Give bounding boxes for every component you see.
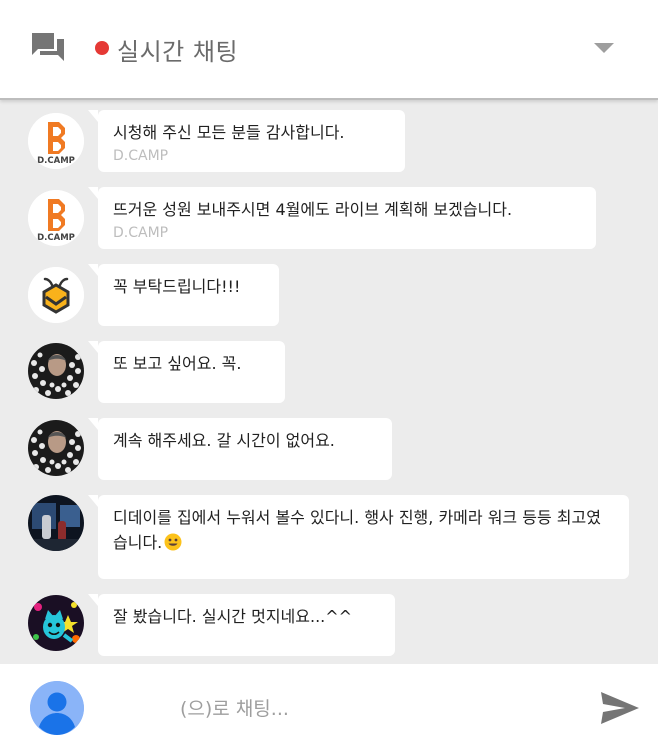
photo-icon: [28, 495, 84, 551]
chat-bubbles-icon[interactable]: [30, 32, 66, 64]
message-bubble: 잘 봤습니다. 실시간 멋지네요...^^: [88, 594, 395, 656]
photo-avatar[interactable]: [28, 495, 84, 551]
message-text: 계속 해주세요. 갈 시간이 없어요.: [113, 431, 335, 450]
chat-input[interactable]: [170, 690, 560, 728]
message-text: 디데이를 집에서 누워서 볼수 있다니. 행사 진행, 카메라 워크 등등 최고…: [113, 505, 615, 555]
smiley-emoji-icon: [164, 533, 182, 551]
chat-composer: [0, 664, 658, 752]
bee-icon: [28, 267, 84, 323]
message-text: 꼭 부탁드립니다!!!: [113, 277, 241, 296]
user-silhouette-icon: [30, 681, 84, 735]
message-bubble: 시청해 주신 모든 분들 감사합니다. D.CAMP: [88, 110, 405, 172]
message-bubble: 계속 해주세요. 갈 시간이 없어요.: [88, 418, 392, 480]
message-text: 시청해 주신 모든 분들 감사합니다.: [113, 123, 345, 142]
page-title: 실시간 채팅: [117, 38, 239, 66]
live-indicator: [95, 41, 109, 55]
send-button[interactable]: [597, 688, 643, 728]
dcamp-logo-avatar[interactable]: D.CAMP: [28, 113, 84, 169]
chevron-down-icon[interactable]: [592, 40, 616, 56]
dotted-portrait-avatar[interactable]: [28, 420, 84, 476]
bee-avatar[interactable]: [28, 267, 84, 323]
dcamp-avatar-label: D.CAMP: [37, 233, 75, 243]
portrait-icon: [28, 420, 84, 476]
cartoon-cat-icon: [28, 595, 84, 651]
message-author: D.CAMP: [113, 225, 169, 241]
dotted-portrait-avatar[interactable]: [28, 343, 84, 399]
message-text: 잘 봤습니다. 실시간 멋지네요...^^: [113, 607, 353, 626]
chat-header: 실시간 채팅: [0, 0, 658, 100]
dcamp-logo-icon: D.CAMP: [28, 113, 84, 169]
message-author: D.CAMP: [113, 148, 169, 164]
dcamp-avatar-label: D.CAMP: [37, 156, 75, 166]
message-text: 뜨거운 성원 보내주시면 4월에도 라이브 계획해 보겠습니다.: [113, 200, 513, 219]
default-user-avatar[interactable]: [30, 681, 84, 735]
message-bubble: 디데이를 집에서 누워서 볼수 있다니. 행사 진행, 카메라 워크 등등 최고…: [88, 495, 629, 579]
cartoon-cat-avatar[interactable]: [28, 595, 84, 651]
message-text-content: 디데이를 집에서 누워서 볼수 있다니. 행사 진행, 카메라 워크 등등 최고…: [113, 508, 601, 552]
dcamp-logo-avatar[interactable]: D.CAMP: [28, 190, 84, 246]
message-bubble: 꼭 부탁드립니다!!!: [88, 264, 279, 326]
message-bubble: 또 보고 싶어요. 꼭.: [88, 341, 285, 403]
chat-message-list[interactable]: D.CAMP 시청해 주신 모든 분들 감사합니다. D.CAMP D.CAMP…: [0, 102, 658, 664]
message-bubble: 뜨거운 성원 보내주시면 4월에도 라이브 계획해 보겠습니다. D.CAMP: [88, 187, 596, 249]
portrait-icon: [28, 343, 84, 399]
dcamp-logo-icon: D.CAMP: [28, 190, 84, 246]
message-text: 또 보고 싶어요. 꼭.: [113, 354, 242, 373]
send-icon: [601, 692, 639, 724]
